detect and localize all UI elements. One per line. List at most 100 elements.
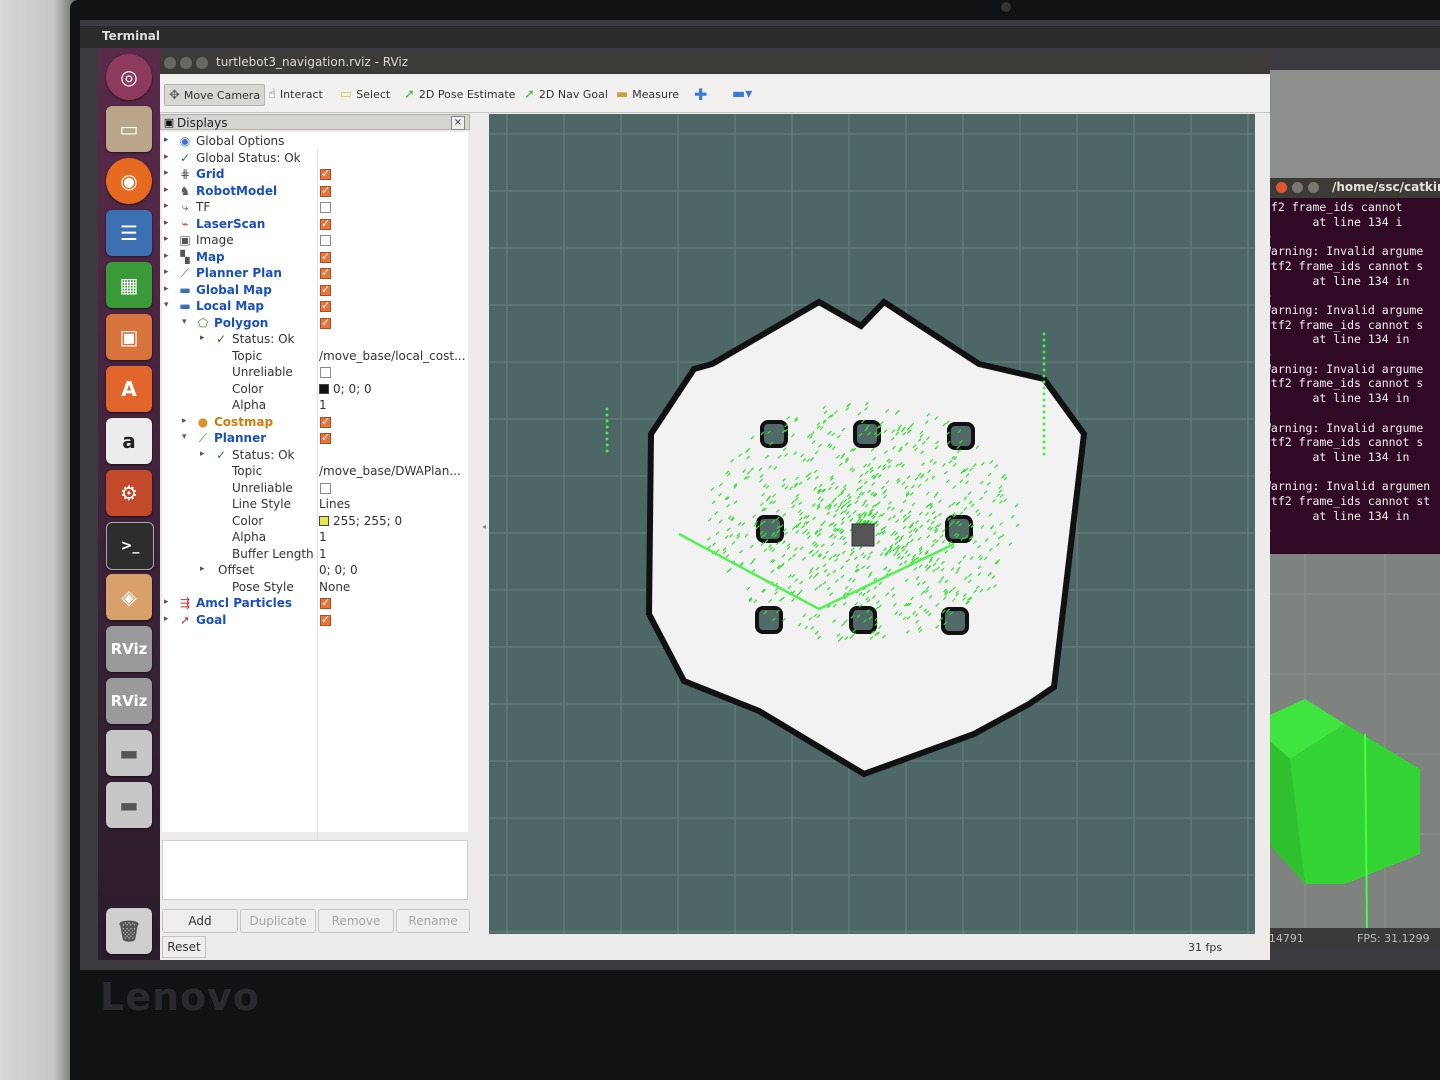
firefox-icon[interactable]: ◉: [106, 158, 152, 204]
enable-checkbox[interactable]: [320, 283, 331, 296]
display-row-robot-model[interactable]: ▸ ♞ RobotModel: [162, 184, 468, 200]
enable-checkbox[interactable]: [320, 167, 331, 180]
property-value[interactable]: 1: [319, 398, 327, 412]
software-center-icon[interactable]: A: [106, 366, 152, 412]
property-value[interactable]: 1: [319, 547, 327, 561]
property-value[interactable]: None: [319, 580, 350, 594]
settings-icon[interactable]: ⚙: [106, 470, 152, 516]
enable-checkbox[interactable]: [320, 250, 331, 263]
enable-checkbox[interactable]: [320, 299, 331, 312]
display-row-planner-alpha[interactable]: Alpha 1: [162, 530, 468, 546]
display-row-planner-buffer-length[interactable]: Buffer Length 1: [162, 547, 468, 563]
enable-checkbox[interactable]: [320, 613, 331, 626]
expand-right-icon[interactable]: ▸: [182, 416, 187, 426]
impress-icon[interactable]: ▣: [106, 314, 152, 360]
enable-checkbox[interactable]: [320, 482, 331, 494]
drive-icon[interactable]: ▬: [106, 782, 152, 828]
property-value[interactable]: 1: [319, 530, 327, 544]
pose-estimate-tool[interactable]: ➚ 2D Pose Estimate: [400, 84, 519, 104]
display-row-planner-color[interactable]: Color 255; 255; 0: [162, 514, 468, 530]
expand-right-icon[interactable]: ▸: [164, 135, 169, 145]
display-row-laser-scan[interactable]: ▸ ⌁ LaserScan: [162, 217, 468, 233]
writer-icon[interactable]: ☰: [106, 210, 152, 256]
display-row-global-status[interactable]: ▸ ✓ Global Status: Ok: [162, 151, 468, 167]
maximize-icon[interactable]: [1308, 182, 1319, 193]
display-row-polygon-status[interactable]: ▸ ✓ Status: Ok: [162, 332, 468, 348]
trash-icon[interactable]: 🗑: [106, 908, 152, 954]
drive-icon[interactable]: ▬: [106, 730, 152, 776]
enable-checkbox[interactable]: [320, 202, 331, 213]
display-row-global-map[interactable]: ▸ ▬ Global Map: [162, 283, 468, 299]
terminal-icon[interactable]: >_: [106, 522, 154, 570]
display-row-grid[interactable]: ▸ ⋕ Grid: [162, 167, 468, 183]
expand-right-icon[interactable]: ▸: [164, 284, 169, 294]
enable-checkbox[interactable]: [320, 596, 331, 609]
enable-checkbox[interactable]: [320, 415, 331, 428]
amazon-icon[interactable]: a: [106, 418, 152, 464]
display-row-planner-offset[interactable]: ▸ Offset 0; 0; 0: [162, 563, 468, 579]
display-row-planner-status[interactable]: ▸ ✓ Status: Ok: [162, 448, 468, 464]
gazebo-icon[interactable]: ◈: [106, 574, 152, 620]
display-row-amcl-particles[interactable]: ▸ ⇶ Amcl Particles: [162, 596, 468, 612]
expand-right-icon[interactable]: ▸: [164, 168, 169, 178]
display-row-planner[interactable]: ▾ ⟋ Planner: [162, 431, 468, 447]
expand-right-icon[interactable]: ▸: [200, 564, 205, 574]
display-row-polygon-unreliable[interactable]: Unreliable: [162, 365, 468, 381]
maximize-icon[interactable]: [196, 57, 208, 69]
expand-right-icon[interactable]: ▸: [164, 251, 169, 261]
display-row-polygon[interactable]: ▾ ⬠ Polygon: [162, 316, 468, 332]
property-value[interactable]: Lines: [319, 497, 350, 511]
expand-right-icon[interactable]: ▸: [200, 449, 205, 459]
expand-down-icon[interactable]: ▾: [182, 317, 187, 327]
expand-right-icon[interactable]: ▸: [164, 234, 169, 244]
reset-button[interactable]: Reset: [162, 936, 206, 958]
splitter-handle[interactable]: ◂: [482, 522, 486, 531]
enable-checkbox[interactable]: [320, 266, 331, 279]
enable-checkbox[interactable]: [320, 184, 331, 197]
expand-right-icon[interactable]: ▸: [164, 267, 169, 277]
expand-down-icon[interactable]: ▾: [182, 432, 187, 442]
calc-icon[interactable]: ▦: [106, 262, 152, 308]
minimize-icon[interactable]: [180, 57, 192, 69]
gazebo-viewport[interactable]: [1245, 554, 1440, 930]
close-icon[interactable]: [164, 57, 176, 69]
display-row-polygon-alpha[interactable]: Alpha 1: [162, 398, 468, 414]
files-icon[interactable]: ▭: [106, 106, 152, 152]
display-row-tf[interactable]: ▸ ⤷ TF: [162, 200, 468, 216]
duplicate-button[interactable]: Duplicate: [240, 909, 316, 933]
display-row-local-map[interactable]: ▾ ▬ Local Map: [162, 299, 468, 315]
close-icon[interactable]: [1276, 182, 1287, 193]
ubuntu-dash-icon[interactable]: ◎: [106, 54, 152, 100]
nav-goal-tool[interactable]: ➚ 2D Nav Goal: [520, 84, 612, 104]
terminal-window[interactable]: /home/ssc/catkin tf2 frame_ids cannot at…: [1258, 178, 1440, 554]
add-button[interactable]: Add: [162, 909, 238, 933]
property-value[interactable]: 0; 0; 0: [319, 563, 358, 577]
display-row-polygon-color[interactable]: Color 0; 0; 0: [162, 382, 468, 398]
display-row-costmap[interactable]: ▸ ● Costmap: [162, 415, 468, 431]
expand-down-icon[interactable]: ▾: [164, 300, 169, 310]
expand-right-icon[interactable]: ▸: [164, 218, 169, 228]
enable-checkbox[interactable]: [320, 217, 331, 230]
display-row-planner-topic[interactable]: Topic/move_base/DWAPlan...: [162, 464, 468, 480]
display-row-polygon-topic[interactable]: Topic/move_base/local_cost...: [162, 349, 468, 365]
display-row-planner-unreliable[interactable]: Unreliable: [162, 481, 468, 497]
display-row-planner-plan[interactable]: ▸ ⟋ Planner Plan: [162, 266, 468, 282]
expand-right-icon[interactable]: ▸: [164, 597, 169, 607]
expand-right-icon[interactable]: ▸: [164, 201, 169, 211]
expand-right-icon[interactable]: ▸: [164, 185, 169, 195]
property-value[interactable]: /move_base/local_cost...: [319, 349, 466, 363]
enable-checkbox[interactable]: [320, 235, 331, 246]
move-camera-tool[interactable]: ✥ Move Camera: [164, 84, 266, 106]
display-row-image[interactable]: ▸ ▣ Image: [162, 233, 468, 249]
expand-right-icon[interactable]: ▸: [164, 152, 169, 162]
expand-right-icon[interactable]: ▸: [164, 614, 169, 624]
add-tool-button[interactable]: ✚: [690, 84, 711, 104]
expand-right-icon[interactable]: ▸: [200, 333, 205, 343]
display-row-planner-line-style[interactable]: Line Style Lines: [162, 497, 468, 513]
enable-checkbox[interactable]: [320, 316, 331, 329]
property-value[interactable]: 255; 255; 0: [319, 514, 402, 528]
enable-checkbox[interactable]: [320, 367, 331, 378]
display-row-planner-pose-style[interactable]: Pose Style None: [162, 580, 468, 596]
interact-tool[interactable]: ☝ Interact: [264, 84, 327, 104]
property-value[interactable]: 0; 0; 0: [319, 382, 372, 396]
